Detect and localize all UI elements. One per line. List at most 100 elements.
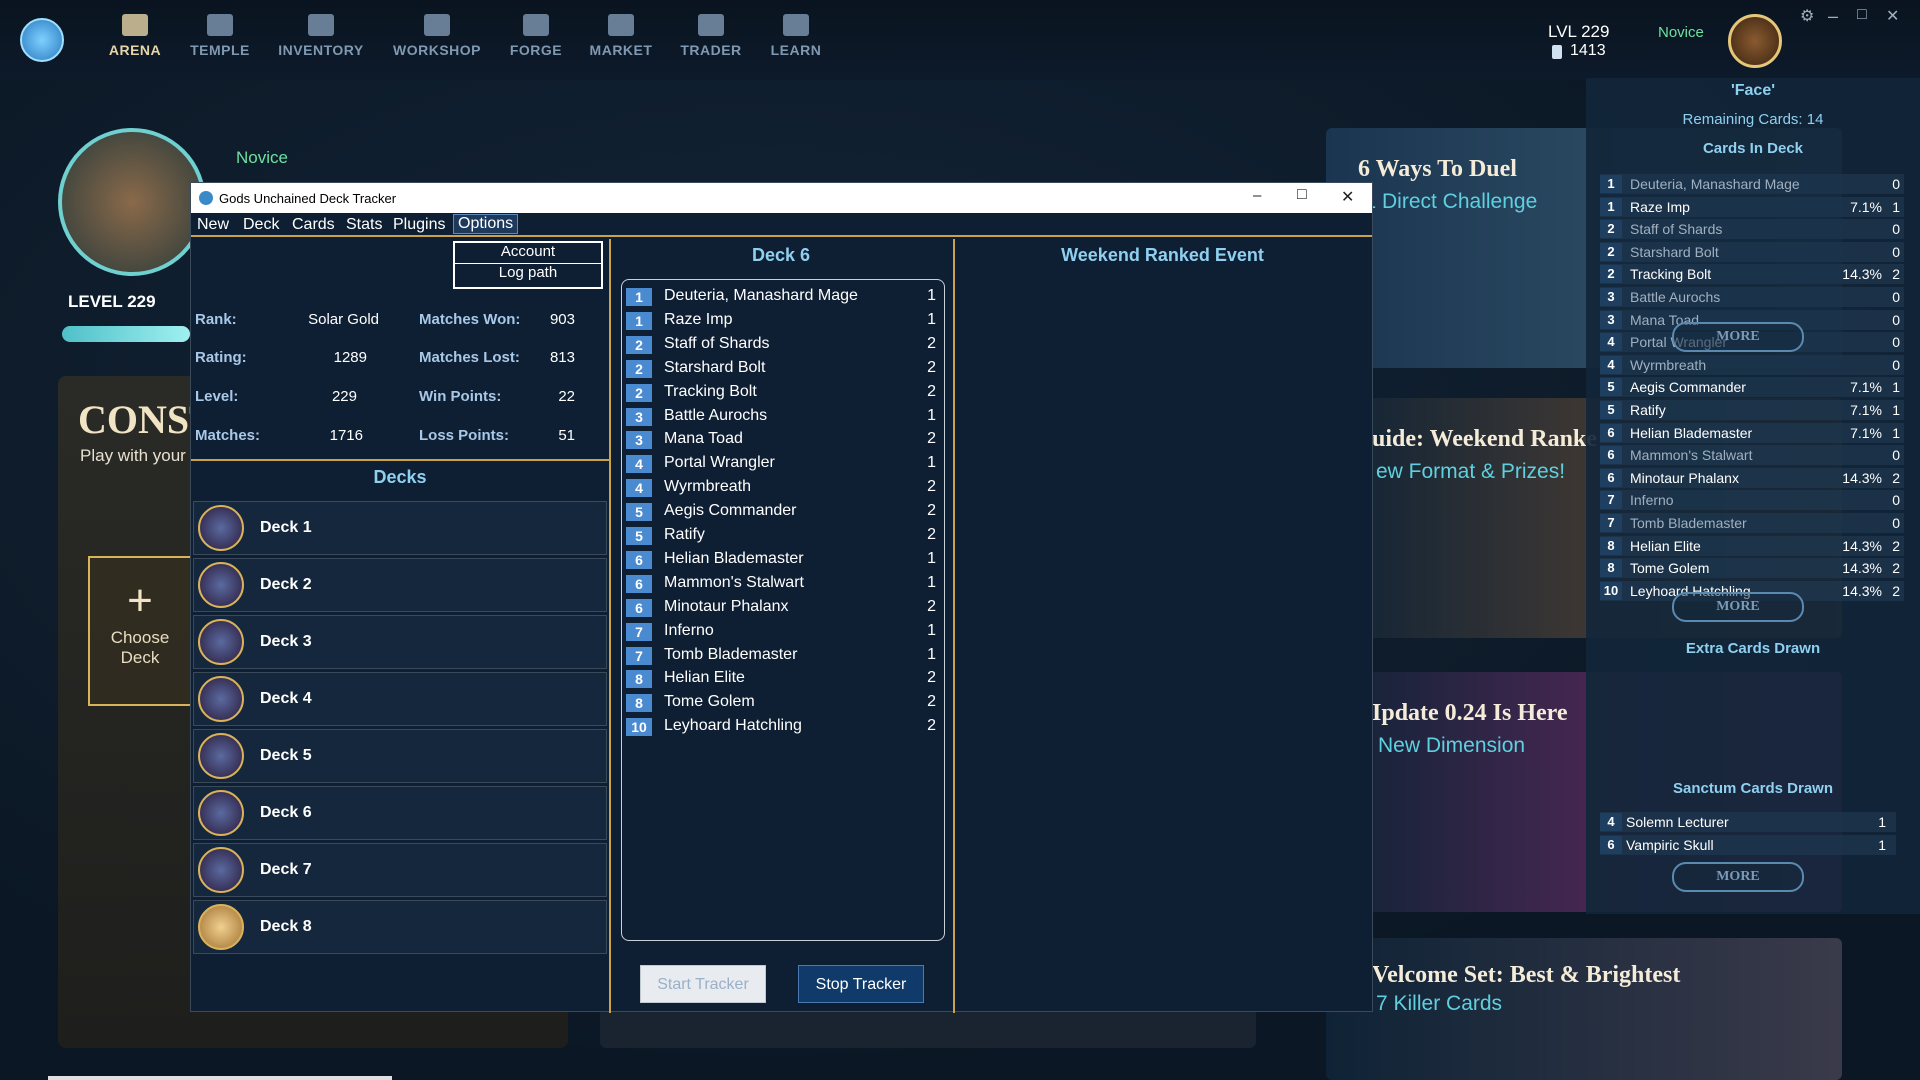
deck-card-row[interactable]: 6 Minotaur Phalanx 2 xyxy=(626,597,940,619)
nav-trader[interactable]: TRADER xyxy=(666,14,756,58)
deck-card-row[interactable]: 6 Mammon's Stalwart 1 xyxy=(626,573,940,595)
deck-card-row[interactable]: 7 Inferno 1 xyxy=(626,621,940,643)
player-portrait[interactable] xyxy=(58,128,206,276)
overlay-card-row: 5 Ratify 7.1% 1 xyxy=(1600,400,1904,420)
menu-new[interactable]: New xyxy=(197,216,229,234)
deck-card-row[interactable]: 8 Tome Golem 2 xyxy=(626,692,940,714)
cards-in-deck-heading: Cards In Deck xyxy=(1702,140,1804,157)
card-name: Staff of Shards xyxy=(1630,221,1723,238)
card-quantity: 2 xyxy=(1892,537,1900,554)
forge-icon xyxy=(523,14,549,36)
draw-chance: 7.1% xyxy=(1850,198,1882,215)
deck-row[interactable]: Deck 5 xyxy=(193,729,607,783)
stat-label: Matches Won: xyxy=(419,311,521,328)
deck-card-row[interactable]: 6 Helian Blademaster 1 xyxy=(626,549,940,571)
card-quantity: 1 xyxy=(927,549,936,567)
card-quantity: 2 xyxy=(927,358,936,376)
news-card[interactable]: Velcome Set: Best & Brightest 7 Killer C… xyxy=(1326,938,1842,1080)
overlay-card-row: 2 Starshard Bolt 0 xyxy=(1600,241,1904,262)
deck-card-row[interactable]: 5 Aegis Commander 2 xyxy=(626,501,940,523)
card-quantity: 1 xyxy=(927,406,936,424)
deck-row[interactable]: Deck 7 xyxy=(193,843,607,897)
nav-arena[interactable]: ARENA xyxy=(90,14,180,58)
card-quantity: 1 xyxy=(927,645,936,663)
card-cost: 2 xyxy=(626,383,652,402)
minimize-icon[interactable]: – xyxy=(1253,187,1261,204)
card-name: Tomb Blademaster xyxy=(664,645,798,663)
card-cost: 5 xyxy=(626,527,652,545)
menu-deck[interactable]: Deck xyxy=(243,216,279,234)
deck-avatar xyxy=(198,904,244,950)
card-quantity: 1 xyxy=(927,573,936,591)
deck-card-row[interactable]: 8 Helian Elite 2 xyxy=(626,668,940,690)
gods-unchained-logo-icon[interactable] xyxy=(20,18,64,62)
choose-deck-button[interactable]: + Choose Deck xyxy=(88,556,192,706)
overlay-card-row: 6 Mammon's Stalwart 0 xyxy=(1600,445,1904,466)
card-quantity: 2 xyxy=(1892,469,1900,486)
deck-card-row[interactable]: 10 Leyhoard Hatchling 2 xyxy=(626,716,940,738)
xp-progress-bar xyxy=(62,326,190,342)
card-cost: 6 xyxy=(1600,468,1622,487)
menu-plugins[interactable]: Plugins xyxy=(393,216,445,234)
market-icon xyxy=(608,14,634,36)
nav-workshop[interactable]: WORKSHOP xyxy=(392,14,482,58)
maximize-icon[interactable]: □ xyxy=(1297,186,1307,204)
more-button[interactable]: MORE xyxy=(1672,322,1804,352)
game-maximize-icon[interactable]: □ xyxy=(1857,6,1867,24)
card-name: Tome Golem xyxy=(664,693,755,711)
player-avatar[interactable] xyxy=(1728,14,1782,68)
deck-card-row[interactable]: 1 Raze Imp 1 xyxy=(626,310,940,332)
deck-row[interactable]: Deck 4 xyxy=(193,672,607,726)
deck-row[interactable]: Deck 2 xyxy=(193,558,607,612)
nav-learn[interactable]: LEARN xyxy=(751,14,841,58)
more-button[interactable]: MORE xyxy=(1672,862,1804,892)
stat-value: 813 xyxy=(549,349,575,366)
nav-inventory[interactable]: INVENTORY xyxy=(276,14,366,58)
settings-gear-icon[interactable]: ⚙ xyxy=(1800,6,1814,26)
more-button[interactable]: MORE xyxy=(1672,592,1804,622)
deck-row[interactable]: Deck 6 xyxy=(193,786,607,840)
stat-value: 903 xyxy=(549,311,575,328)
menu-stats[interactable]: Stats xyxy=(346,216,382,234)
news-title: 6 Ways To Duel xyxy=(1358,156,1517,182)
card-name: Battle Aurochs xyxy=(664,406,768,424)
stat-label: Matches Lost: xyxy=(419,349,520,366)
news-subtitle: 7 Killer Cards xyxy=(1376,992,1503,1015)
menu-bar: New Deck Cards Stats Plugins Options xyxy=(191,213,1372,237)
nav-market[interactable]: MARKET xyxy=(576,14,666,58)
game-minimize-icon[interactable]: – xyxy=(1828,6,1838,27)
card-name: Tracking Bolt xyxy=(664,382,757,400)
game-close-icon[interactable]: ✕ xyxy=(1886,6,1899,26)
deck-card-row[interactable]: 1 Deuteria, Manashard Mage 1 xyxy=(626,286,940,308)
deck-card-row[interactable]: 2 Tracking Bolt 2 xyxy=(626,382,940,404)
deck-card-row[interactable]: 3 Mana Toad 2 xyxy=(626,429,940,451)
deck-card-row[interactable]: 5 Ratify 2 xyxy=(626,525,940,547)
deck-row[interactable]: Deck 3 xyxy=(193,615,607,669)
nav-temple[interactable]: TEMPLE xyxy=(175,14,265,58)
deck-row[interactable]: Deck 8 xyxy=(193,900,607,954)
stop-tracker-button[interactable]: Stop Tracker xyxy=(798,965,924,1003)
decks-heading: Decks xyxy=(373,467,427,487)
menu-cards[interactable]: Cards xyxy=(292,216,335,234)
close-icon[interactable]: ✕ xyxy=(1341,187,1354,207)
card-cost: 3 xyxy=(1600,288,1622,306)
card-cost: 6 xyxy=(1600,423,1622,442)
menu-item-account[interactable]: Account xyxy=(455,243,601,264)
start-tracker-button[interactable]: Start Tracker xyxy=(640,965,766,1003)
stat-label: Loss Points: xyxy=(419,427,510,444)
deck-card-row[interactable]: 4 Wyrmbreath 2 xyxy=(626,477,940,499)
news-title: Ipdate 0.24 Is Here xyxy=(1372,700,1568,726)
menu-options[interactable]: Options xyxy=(453,214,519,234)
deck-card-row[interactable]: 4 Portal Wrangler 1 xyxy=(626,453,940,475)
deck-card-row[interactable]: 2 Staff of Shards 2 xyxy=(626,334,940,356)
deck-row[interactable]: Deck 1 xyxy=(193,501,607,555)
overlay-card-row: 7 Tomb Blademaster 0 xyxy=(1600,513,1904,533)
menu-item-log-path[interactable]: Log path xyxy=(455,264,601,285)
card-name: Inferno xyxy=(664,621,714,639)
nav-forge[interactable]: FORGE xyxy=(491,14,581,58)
deck-card-row[interactable]: 2 Starshard Bolt 2 xyxy=(626,358,940,380)
card-quantity: 2 xyxy=(927,717,936,735)
deck-card-row[interactable]: 7 Tomb Blademaster 1 xyxy=(626,645,940,667)
deck-card-row[interactable]: 3 Battle Aurochs 1 xyxy=(626,406,940,428)
draw-chance: 7.1% xyxy=(1850,424,1882,441)
